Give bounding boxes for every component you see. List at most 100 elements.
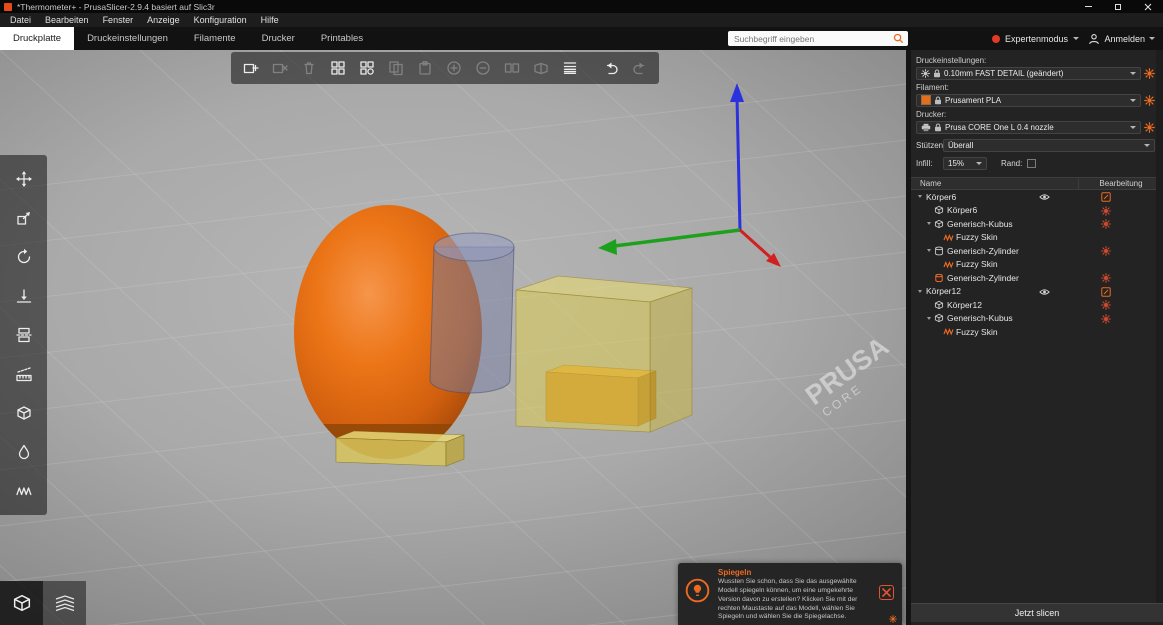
settings-gear-icon[interactable]	[1101, 219, 1111, 229]
place-on-face-tool-button[interactable]	[9, 282, 39, 310]
move-tool-button[interactable]	[9, 165, 39, 193]
search-input[interactable]	[734, 33, 893, 44]
settings-gear-icon[interactable]	[1101, 273, 1111, 283]
model-box[interactable]	[515, 275, 693, 433]
add-instance-button	[440, 55, 467, 81]
tab-druckplatte[interactable]: Druckplatte	[0, 27, 75, 50]
print-settings-edit-gear-icon[interactable]	[1144, 67, 1155, 79]
seam-tool-button[interactable]	[9, 438, 39, 466]
infill-combo[interactable]: 15%	[943, 157, 987, 170]
settings-gear-icon[interactable]	[1101, 246, 1111, 256]
model-modifier-box-small[interactable]	[335, 430, 465, 467]
brim-checkbox[interactable]	[1027, 159, 1037, 168]
notification-close-button[interactable]	[879, 585, 894, 600]
notification-settings-icon[interactable]	[889, 615, 897, 623]
tree-row-generisch-kubus[interactable]: Generisch-Kubus	[911, 312, 1163, 326]
caret-down-icon[interactable]	[916, 195, 924, 199]
tree-row-körper12[interactable]: Körper12	[911, 285, 1163, 299]
filament-combo[interactable]: Prusament PLA	[916, 93, 1141, 107]
menu-datei[interactable]: Datei	[3, 13, 38, 27]
paint-supports-tool-button[interactable]	[9, 399, 39, 427]
tab-filamente[interactable]: Filamente	[181, 27, 249, 50]
cube-3d-icon	[13, 594, 30, 612]
tab-drucker[interactable]: Drucker	[249, 27, 308, 50]
cut-tool-button[interactable]	[9, 321, 39, 349]
maximize-button[interactable]	[1103, 0, 1133, 13]
hint-bulb-icon	[685, 578, 710, 608]
supports-combo[interactable]: Überall	[943, 139, 1155, 152]
mode-selector[interactable]: Expertenmodus	[991, 27, 1079, 50]
supports-label: Stützen:	[916, 141, 946, 150]
model-cylinder[interactable]	[429, 232, 515, 394]
filament-edit-gear-icon[interactable]	[1144, 94, 1155, 106]
tab-printables[interactable]: Printables	[308, 27, 376, 50]
menu-hilfe[interactable]: Hilfe	[254, 13, 286, 27]
eye-icon[interactable]	[1039, 288, 1050, 296]
tree-row-körper12[interactable]: Körper12	[911, 298, 1163, 312]
menu-konfiguration[interactable]: Konfiguration	[187, 13, 254, 27]
search-box[interactable]	[728, 31, 908, 46]
print-settings-combo[interactable]: 0.10mm FAST DETAIL (geändert)	[916, 66, 1141, 80]
scale-tool-button[interactable]	[9, 204, 39, 232]
scene-3d[interactable]: PRUSA CORE	[0, 50, 906, 625]
eye-icon[interactable]	[1039, 193, 1050, 201]
infill-label: Infill:	[916, 159, 933, 168]
login-label: Anmelden	[1104, 33, 1145, 44]
search-icon[interactable]	[893, 33, 904, 44]
close-button[interactable]	[1133, 0, 1163, 13]
tree-row-generisch-kubus[interactable]: Generisch-Kubus	[911, 217, 1163, 231]
settings-gear-icon[interactable]	[1101, 205, 1111, 216]
settings-gear-icon[interactable]	[1101, 300, 1111, 310]
viewport[interactable]: PRUSA CORE Spiegeln Wussten Sie schon, d…	[0, 50, 906, 625]
tree-row-körper6[interactable]: Körper6	[911, 190, 1163, 204]
view-preview-button[interactable]	[43, 581, 86, 625]
arrange-settings-button[interactable]	[353, 55, 380, 81]
menu-fenster[interactable]: Fenster	[96, 13, 141, 27]
profile-gear-icon	[921, 68, 930, 78]
object-list: Name Bearbeitung Körper6 Körper6 Generisch…	[911, 177, 1163, 339]
tree-row-fuzzy-skin[interactable]: Fuzzy Skin	[911, 258, 1163, 272]
rotate-tool-button[interactable]	[9, 243, 39, 271]
settings-gear-icon[interactable]	[1101, 313, 1111, 324]
printer-edit-gear-icon[interactable]	[1144, 121, 1155, 133]
caret-down-icon[interactable]	[916, 289, 924, 293]
variable-layer-height-button[interactable]	[556, 55, 583, 81]
panel-scrollbar[interactable]	[1156, 50, 1163, 603]
minimize-button[interactable]	[1073, 0, 1103, 13]
undo-button[interactable]	[597, 55, 624, 81]
brim-label: Rand:	[1001, 159, 1023, 168]
tree-row-körper6[interactable]: Körper6	[911, 204, 1163, 218]
tree-row-fuzzy-skin[interactable]: Fuzzy Skin	[911, 231, 1163, 245]
caret-down-icon[interactable]	[925, 222, 933, 226]
supports-value: Überall	[948, 141, 974, 150]
edit-object-icon[interactable]	[1101, 286, 1111, 297]
top-toolbar	[231, 52, 659, 84]
left-toolbar	[0, 155, 47, 515]
tree-row-generisch-zylinder[interactable]: Generisch-Zylinder	[911, 244, 1163, 258]
fuzzy-skin-tool-button[interactable]	[9, 477, 39, 505]
caret-down-icon[interactable]	[925, 249, 933, 253]
slice-now-button[interactable]: Jetzt slicen	[911, 603, 1163, 622]
cylinder-icon	[933, 246, 945, 256]
tab-list: Druckplatte Druckeinstellungen Filamente Dr…	[0, 27, 376, 50]
arrange-button[interactable]	[324, 55, 351, 81]
printer-combo[interactable]: Prusa CORE One L 0.4 nozzle	[916, 120, 1141, 134]
split-objects-button	[498, 55, 525, 81]
tree-row-fuzzy-skin[interactable]: Fuzzy Skin	[911, 325, 1163, 339]
tab-druckeinstellungen[interactable]: Druckeinstellungen	[74, 27, 181, 50]
edit-object-icon[interactable]	[1101, 192, 1111, 202]
login-button[interactable]: Anmelden	[1088, 27, 1155, 50]
cube-icon	[933, 300, 945, 310]
measure-tool-button[interactable]	[9, 360, 39, 388]
menu-bearbeiten[interactable]: Bearbeiten	[38, 13, 96, 27]
delete-button	[266, 55, 293, 81]
add-button[interactable]	[237, 55, 264, 81]
cube-icon	[933, 313, 945, 323]
cube-icon	[933, 219, 945, 229]
menu-anzeige[interactable]: Anzeige	[140, 13, 187, 27]
view-3d-editor-button[interactable]	[0, 581, 43, 625]
notification-title: Spiegeln	[718, 568, 752, 577]
tree-row-generisch-zylinder[interactable]: Generisch-Zylinder	[911, 271, 1163, 285]
caret-down-icon[interactable]	[925, 316, 933, 320]
split-parts-button	[527, 55, 554, 81]
